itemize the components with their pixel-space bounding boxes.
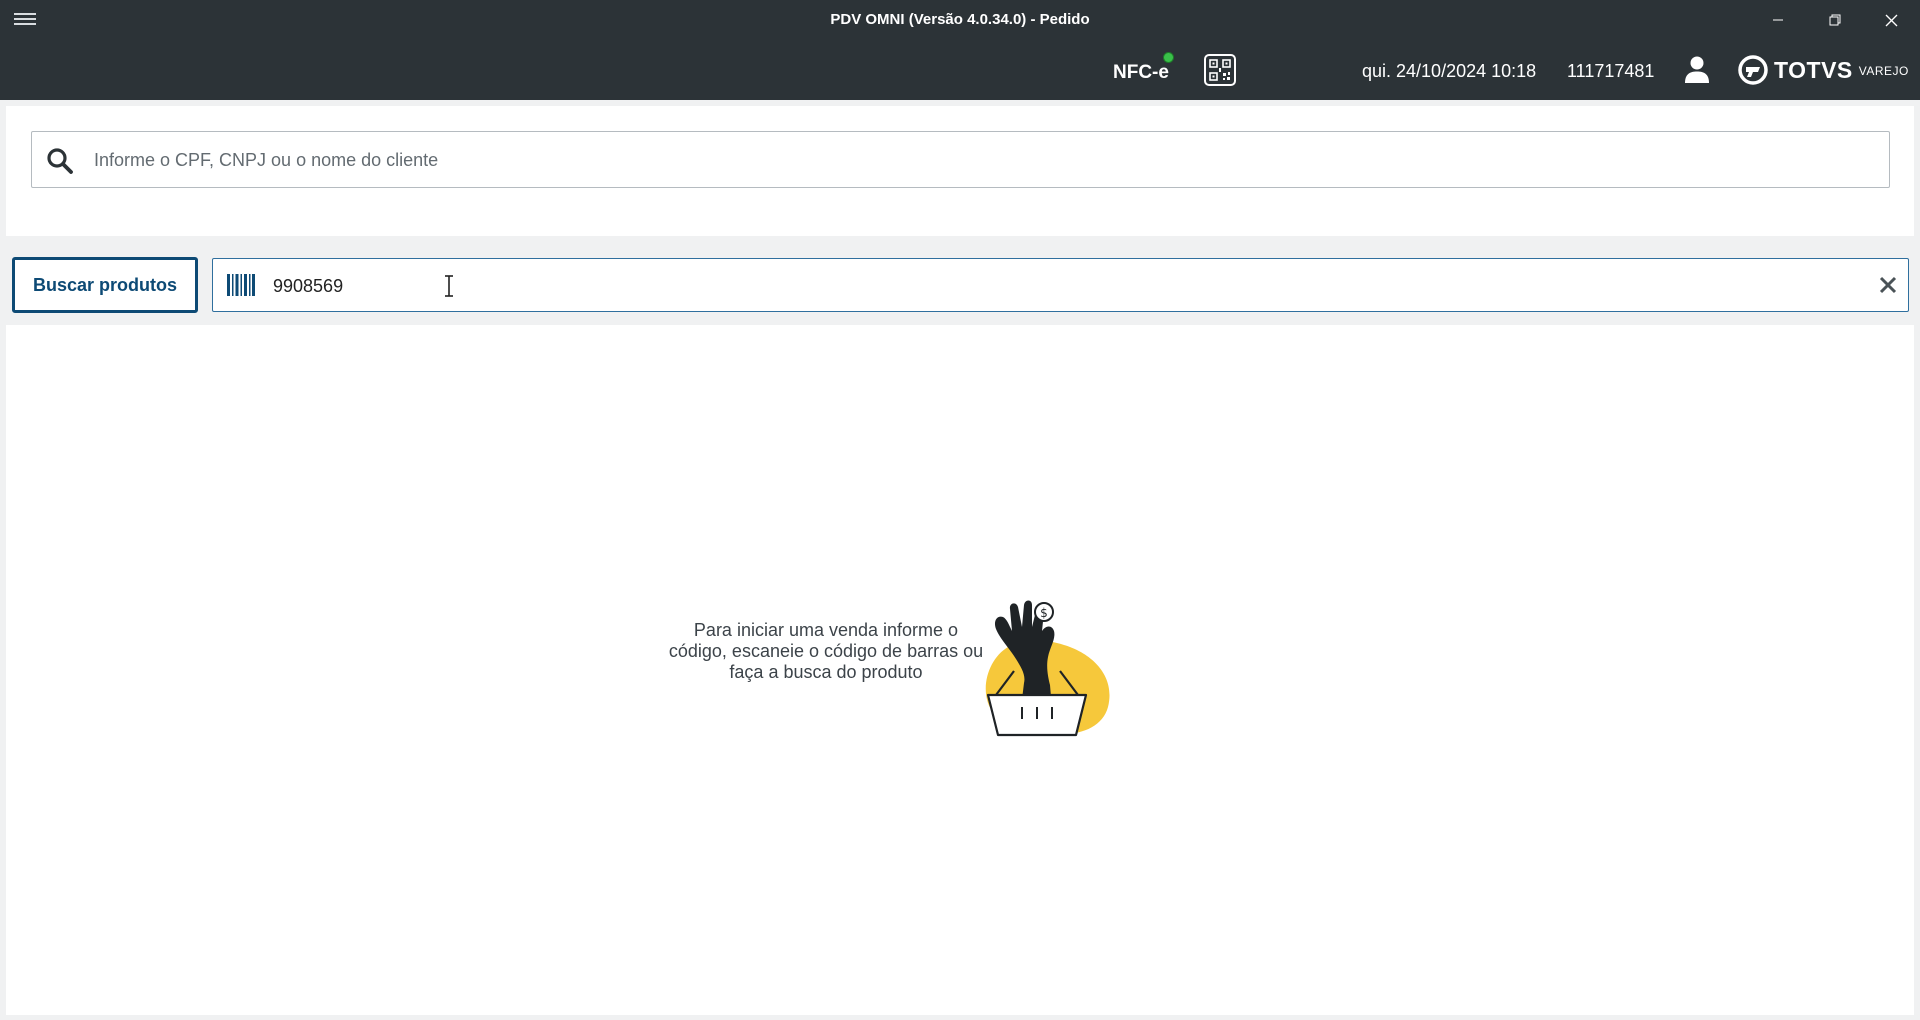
minimize-button[interactable] bbox=[1749, 0, 1806, 40]
current-datetime: qui. 24/10/2024 10:18 bbox=[1362, 61, 1537, 81]
product-code-input[interactable] bbox=[271, 267, 1831, 305]
customer-search-input[interactable] bbox=[92, 140, 1872, 180]
brand-subtitle: VAREJO bbox=[1858, 64, 1909, 78]
close-window-button[interactable] bbox=[1863, 0, 1920, 40]
search-icon bbox=[47, 148, 73, 174]
restore-icon bbox=[1829, 14, 1840, 26]
app-header: PDV OMNI (Versão 4.0.34.0) - Pedido NFC-… bbox=[0, 0, 1920, 100]
nfce-status-indicator bbox=[1163, 52, 1174, 63]
totvs-brand: TOTVS VAREJO bbox=[1738, 54, 1909, 86]
customer-panel bbox=[6, 106, 1914, 236]
status-row: NFC-e qui. 24/10/2024 10:18 111717481 TO… bbox=[0, 48, 1920, 94]
operator-id: 111717481 bbox=[1567, 61, 1655, 81]
user-icon[interactable] bbox=[1684, 55, 1710, 85]
restore-button[interactable] bbox=[1806, 0, 1863, 40]
hand-basket-illustration: $ bbox=[985, 600, 1110, 737]
nfce-label: NFC-e bbox=[1113, 62, 1169, 83]
barcode-icon bbox=[227, 274, 255, 296]
close-icon bbox=[1885, 14, 1898, 26]
window-controls bbox=[1749, 0, 1920, 40]
qr-code-icon[interactable] bbox=[1204, 54, 1236, 86]
totvs-logo-icon bbox=[1738, 55, 1768, 85]
clear-icon[interactable] bbox=[1878, 275, 1898, 295]
empty-state-message: Para iniciar uma venda informe o código,… bbox=[668, 620, 984, 682]
svg-text:$: $ bbox=[1040, 606, 1048, 620]
brand-name: TOTVS bbox=[1774, 56, 1853, 83]
order-items-area: Para iniciar uma venda informe o código,… bbox=[6, 325, 1914, 1015]
customer-search-box bbox=[31, 131, 1890, 188]
window-title: PDV OMNI (Versão 4.0.34.0) - Pedido bbox=[830, 11, 1090, 28]
text-cursor-icon bbox=[445, 275, 453, 297]
buscar-produtos-button[interactable]: Buscar produtos bbox=[12, 257, 198, 313]
product-code-box bbox=[212, 258, 1909, 312]
minimize-icon bbox=[1772, 19, 1783, 21]
